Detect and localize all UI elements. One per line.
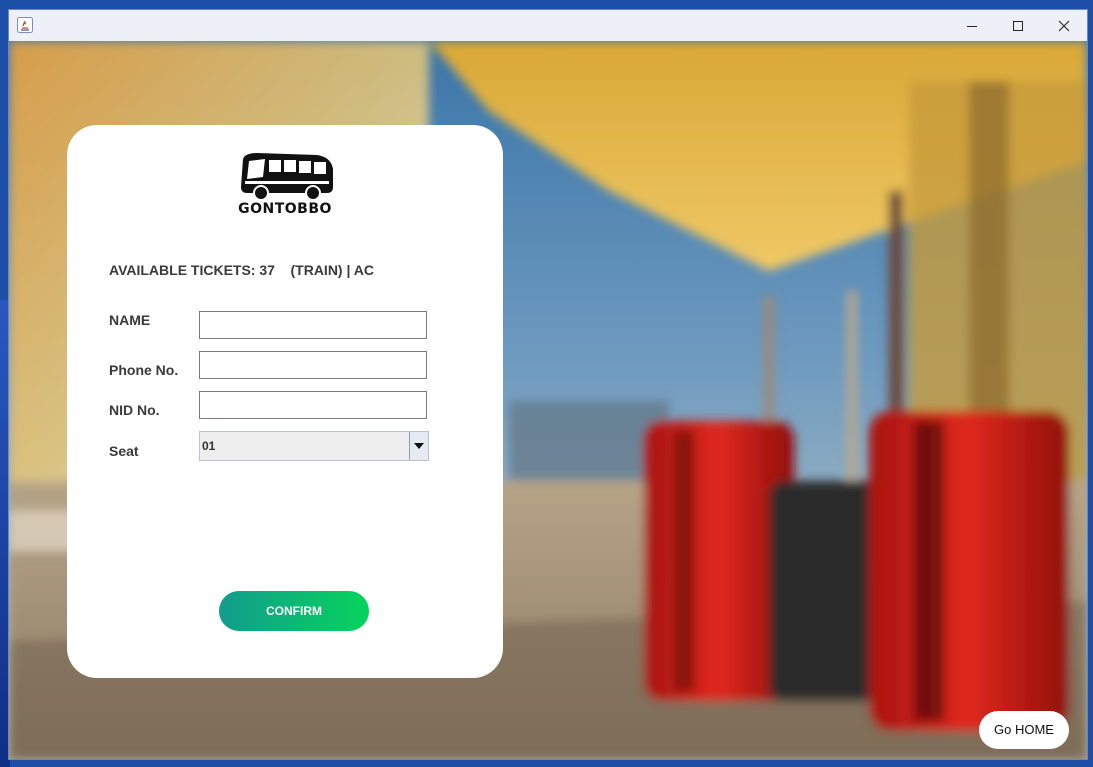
gontobbo-logo: GONTOBBO bbox=[233, 151, 337, 221]
app-window: GONTOBBO AVAILABLE TICKETS: 37 (TRAIN) |… bbox=[8, 9, 1088, 760]
nid-input[interactable] bbox=[199, 391, 427, 419]
go-home-button[interactable]: Go HOME bbox=[979, 711, 1069, 749]
seat-select[interactable]: 01 bbox=[199, 431, 429, 461]
maximize-button[interactable] bbox=[995, 10, 1041, 41]
close-button[interactable] bbox=[1041, 10, 1087, 41]
seat-label: Seat bbox=[109, 443, 139, 459]
name-input[interactable] bbox=[199, 311, 427, 339]
nid-label: NID No. bbox=[109, 402, 160, 418]
main-content: GONTOBBO AVAILABLE TICKETS: 37 (TRAIN) |… bbox=[9, 41, 1087, 759]
confirm-button[interactable]: CONFIRM bbox=[219, 591, 369, 631]
minimize-button[interactable] bbox=[949, 10, 995, 41]
chevron-down-icon bbox=[414, 443, 424, 449]
phone-input[interactable] bbox=[199, 351, 427, 379]
phone-label: Phone No. bbox=[109, 362, 179, 378]
title-bar[interactable] bbox=[9, 10, 1087, 42]
name-label: NAME bbox=[109, 312, 151, 328]
dropdown-button[interactable] bbox=[409, 432, 428, 460]
bus-icon bbox=[241, 153, 333, 201]
maximize-icon bbox=[1013, 20, 1023, 31]
logo-text: GONTOBBO bbox=[238, 201, 332, 217]
seat-selected-value: 01 bbox=[202, 439, 216, 453]
minimize-icon bbox=[967, 25, 977, 27]
java-app-icon bbox=[17, 17, 33, 33]
close-icon bbox=[1058, 20, 1070, 31]
booking-card: GONTOBBO AVAILABLE TICKETS: 37 (TRAIN) |… bbox=[67, 125, 503, 678]
available-tickets-text: AVAILABLE TICKETS: 37 (TRAIN) | AC bbox=[109, 262, 374, 278]
